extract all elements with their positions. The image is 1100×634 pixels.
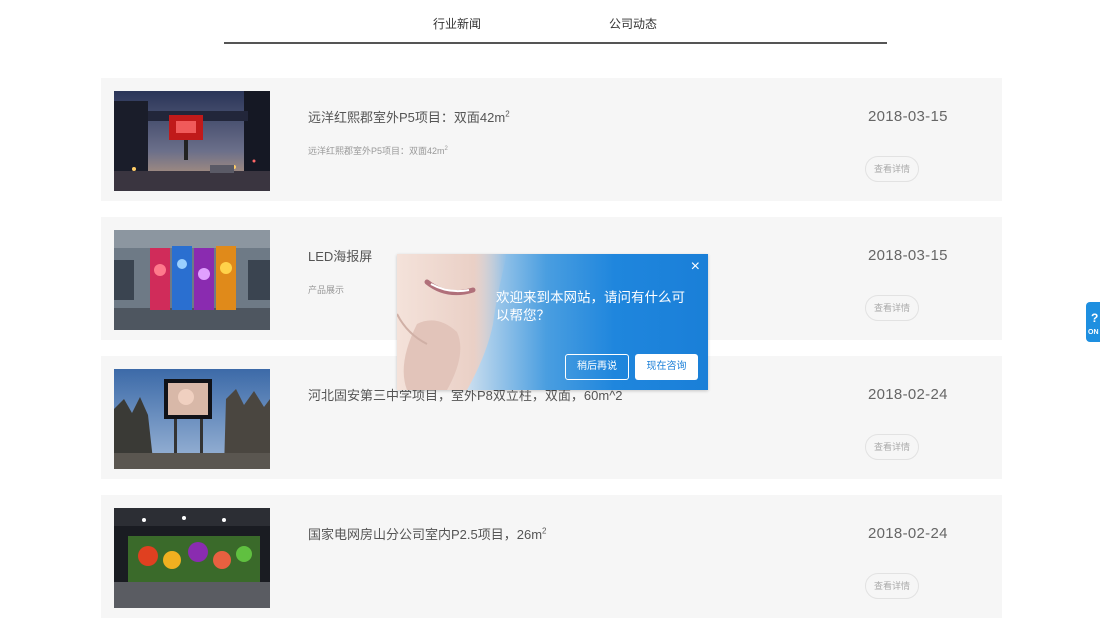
news-thumbnail[interactable] xyxy=(114,91,270,191)
list-item[interactable]: 国家电网房山分公司室内P2.5项目，26m2 2018-02-24 查看详情 xyxy=(101,495,1002,618)
side-tab-label: ON xyxy=(1088,329,1099,336)
news-title[interactable]: 远洋红熙郡室外P5项目：双面42m2 xyxy=(308,107,510,126)
news-thumbnail[interactable] xyxy=(114,230,270,330)
view-details-button[interactable]: 查看详情 xyxy=(865,156,919,182)
poster-screens-image xyxy=(114,230,270,330)
news-date: 2018-02-24 xyxy=(868,386,948,403)
tab-industry-news[interactable]: 行业新闻 xyxy=(433,15,481,32)
consult-now-button[interactable]: 现在咨询 xyxy=(635,354,698,380)
close-icon[interactable]: × xyxy=(691,258,700,276)
tab-company-news[interactable]: 公司动态 xyxy=(609,15,657,32)
news-date: 2018-03-15 xyxy=(868,108,948,125)
online-service-tab[interactable]: ? ON xyxy=(1086,302,1100,342)
view-details-button[interactable]: 查看详情 xyxy=(865,295,919,321)
news-title[interactable]: 国家电网房山分公司室内P2.5项目，26m2 xyxy=(308,524,547,543)
popup-message: 欢迎来到本网站，请问有什么可以帮您？ xyxy=(496,290,685,323)
chat-invite-popup: × 欢迎来到本网站，请问有什么可以帮您？ 稍后再说 现在咨询 xyxy=(397,254,708,390)
news-summary: 远洋红熙郡室外P5项目：双面42m2 xyxy=(308,146,448,156)
news-title[interactable]: LED海报屏 xyxy=(308,246,372,265)
news-date: 2018-02-24 xyxy=(868,525,948,542)
later-button[interactable]: 稍后再说 xyxy=(565,354,629,380)
news-date: 2018-03-15 xyxy=(868,247,948,264)
news-summary: 产品展示 xyxy=(308,285,345,295)
street-billboard-image xyxy=(114,91,270,191)
help-icon: ? xyxy=(1091,311,1099,325)
news-thumbnail[interactable] xyxy=(114,508,270,608)
list-item[interactable]: 远洋红熙郡室外P5项目：双面42m2 远洋红熙郡室外P5项目：双面42m2 20… xyxy=(101,78,1002,201)
indoor-led-wall-image xyxy=(114,508,270,608)
view-details-button[interactable]: 查看详情 xyxy=(865,573,919,599)
view-details-button[interactable]: 查看详情 xyxy=(865,434,919,460)
category-tabs: 行业新闻 公司动态 xyxy=(224,0,887,44)
outdoor-pillar-screen-image xyxy=(114,369,270,469)
news-thumbnail[interactable] xyxy=(114,369,270,469)
